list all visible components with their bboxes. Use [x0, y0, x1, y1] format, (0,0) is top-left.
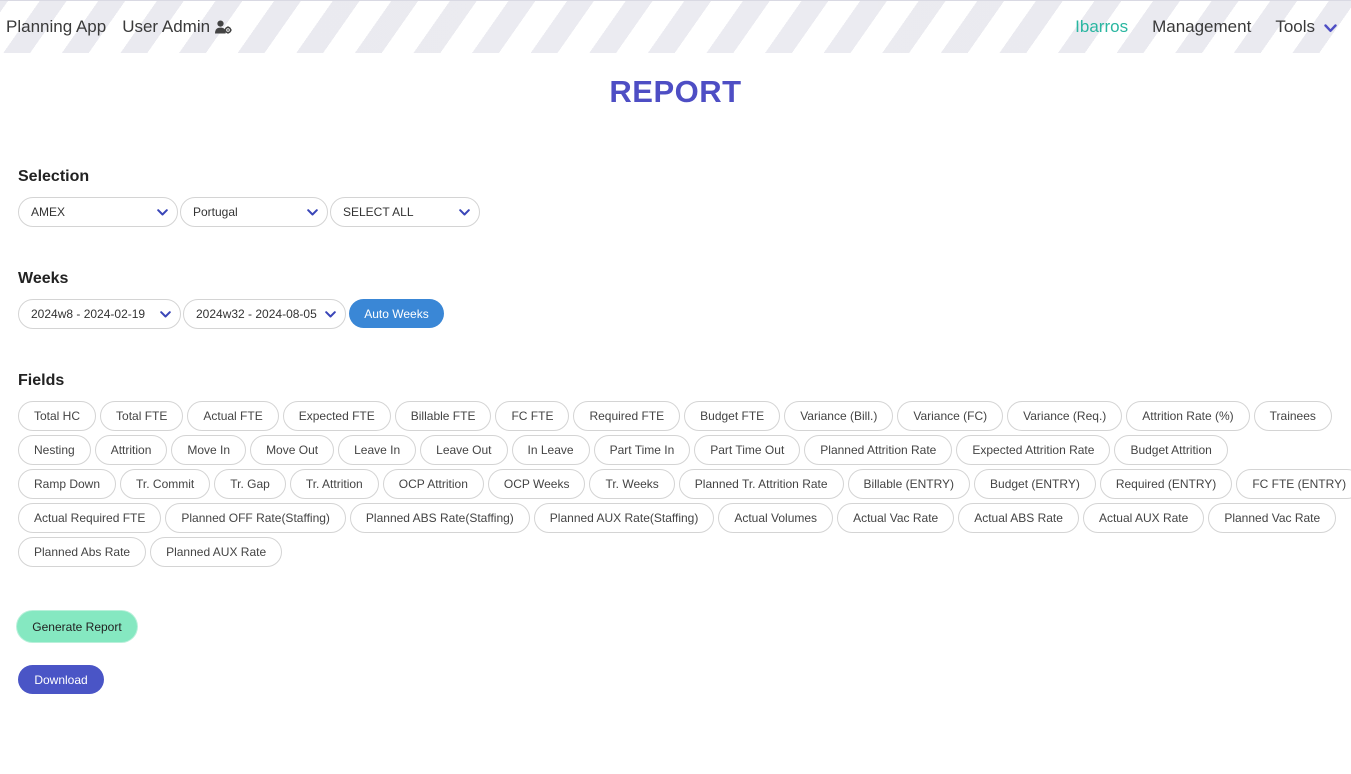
- field-chip[interactable]: Total FTE: [100, 401, 184, 431]
- field-chip[interactable]: Billable FTE: [394, 401, 492, 431]
- scope-select[interactable]: SELECT ALL: [330, 197, 480, 227]
- generate-report-button[interactable]: Generate Report: [17, 611, 137, 642]
- field-chip[interactable]: Budget (ENTRY): [974, 469, 1096, 499]
- start-week-select[interactable]: 2024w8 - 2024-02-19: [18, 299, 181, 329]
- field-chip[interactable]: Planned Attrition Rate: [804, 435, 953, 465]
- field-chip[interactable]: Ramp Down: [18, 469, 117, 499]
- end-week-select[interactable]: 2024w32 - 2024-08-05: [183, 299, 346, 329]
- chevron-down-icon: [307, 208, 318, 215]
- field-chip[interactable]: Planned ABS Rate(Staffing): [349, 503, 530, 533]
- chevron-down-icon: [160, 310, 171, 317]
- field-chip[interactable]: Planned Tr. Attrition Rate: [678, 469, 844, 499]
- fields-chip-group: Total HC Total FTE Actual FTE Expected FTE B…: [18, 401, 1351, 571]
- field-chip[interactable]: Expected Attrition Rate: [956, 435, 1111, 465]
- selection-heading: Selection: [18, 168, 90, 185]
- nav-right: Ibarros Management Tools: [1051, 17, 1337, 37]
- fields-chip-row: Actual Required FTE Planned OFF Rate(Staf…: [18, 503, 1338, 533]
- field-chip[interactable]: Move Out: [250, 435, 335, 465]
- field-chip[interactable]: Actual ABS Rate: [958, 503, 1079, 533]
- field-chip[interactable]: OCP Attrition: [382, 469, 484, 499]
- field-chip[interactable]: Planned Vac Rate: [1208, 503, 1337, 533]
- user-admin-link[interactable]: User Admin: [122, 17, 232, 37]
- field-chip[interactable]: FC FTE: [495, 401, 570, 431]
- field-chip[interactable]: Total HC: [18, 401, 97, 431]
- user-admin-label: User Admin: [122, 17, 211, 36]
- country-select-value: Portugal: [193, 205, 238, 219]
- field-chip[interactable]: Part Time In: [593, 435, 691, 465]
- field-chip[interactable]: Required (ENTRY): [1099, 469, 1233, 499]
- field-chip[interactable]: Tr. Attrition: [289, 469, 379, 499]
- chevron-down-icon: [157, 208, 168, 215]
- country-select[interactable]: Portugal: [180, 197, 328, 227]
- field-chip[interactable]: Budget FTE: [684, 401, 781, 431]
- field-chip[interactable]: Nesting: [18, 435, 91, 465]
- nav-management-link[interactable]: Management: [1152, 17, 1251, 37]
- field-chip[interactable]: Part Time Out: [694, 435, 801, 465]
- field-chip[interactable]: Actual Volumes: [718, 503, 834, 533]
- field-chip[interactable]: Planned OFF Rate(Staffing): [165, 503, 346, 533]
- scope-select-value: SELECT ALL: [343, 205, 414, 219]
- field-chip[interactable]: Tr. Gap: [214, 469, 286, 499]
- field-chip[interactable]: FC FTE (ENTRY): [1236, 469, 1351, 499]
- field-chip[interactable]: Actual FTE: [187, 401, 279, 431]
- field-chip[interactable]: Leave In: [338, 435, 417, 465]
- selection-row: AMEX Portugal SELECT ALL: [18, 197, 482, 227]
- nav-tools-dropdown[interactable]: Tools: [1275, 17, 1337, 37]
- start-week-value: 2024w8 - 2024-02-19: [31, 307, 146, 321]
- field-chip[interactable]: Attrition Rate (%): [1126, 401, 1250, 431]
- field-chip[interactable]: Required FTE: [573, 401, 681, 431]
- field-chip[interactable]: Actual Required FTE: [18, 503, 162, 533]
- field-chip[interactable]: Planned AUX Rate(Staffing): [533, 503, 715, 533]
- field-chip[interactable]: Expected FTE: [282, 401, 391, 431]
- user-gear-icon: [215, 20, 232, 34]
- fields-chip-row: Total HC Total FTE Actual FTE Expected FTE B…: [18, 401, 1338, 431]
- field-chip[interactable]: Variance (Bill.): [784, 401, 894, 431]
- nav-left: Planning App User Admin: [6, 17, 232, 37]
- fields-chip-row: Nesting Attrition Move In Move Out Leave In L…: [18, 435, 1338, 465]
- brand-link[interactable]: Planning App: [6, 17, 106, 37]
- client-select[interactable]: AMEX: [18, 197, 178, 227]
- field-chip[interactable]: Tr. Commit: [120, 469, 211, 499]
- chevron-down-icon: [325, 310, 336, 317]
- nav-tools-label: Tools: [1275, 17, 1315, 36]
- field-chip[interactable]: Budget Attrition: [1114, 435, 1228, 465]
- field-chip[interactable]: Actual Vac Rate: [837, 503, 955, 533]
- field-chip[interactable]: Attrition: [94, 435, 168, 465]
- field-chip[interactable]: Planned Abs Rate: [18, 537, 147, 567]
- field-chip[interactable]: Move In: [171, 435, 247, 465]
- field-chip[interactable]: Planned AUX Rate: [150, 537, 283, 567]
- field-chip[interactable]: Billable (ENTRY): [847, 469, 971, 499]
- download-button[interactable]: Download: [18, 665, 104, 694]
- field-chip[interactable]: Variance (FC): [897, 401, 1004, 431]
- field-chip[interactable]: Actual AUX Rate: [1082, 503, 1205, 533]
- client-select-value: AMEX: [31, 205, 66, 219]
- fields-chip-row: Planned Abs Rate Planned AUX Rate: [18, 537, 1338, 567]
- fields-heading: Fields: [18, 372, 65, 389]
- chevron-down-icon: [459, 208, 470, 215]
- weeks-row: 2024w8 - 2024-02-19 2024w32 - 2024-08-05…: [18, 299, 444, 329]
- field-chip[interactable]: Trainees: [1253, 401, 1332, 431]
- auto-weeks-button[interactable]: Auto Weeks: [349, 299, 444, 328]
- weeks-heading: Weeks: [18, 270, 69, 287]
- top-navbar: Planning App User Admin Ibarros Manageme…: [0, 0, 1351, 53]
- field-chip[interactable]: OCP Weeks: [487, 469, 586, 499]
- chevron-down-icon: [1324, 24, 1337, 32]
- field-chip[interactable]: In Leave: [511, 435, 590, 465]
- nav-user-link[interactable]: Ibarros: [1075, 17, 1128, 37]
- field-chip[interactable]: Variance (Req.): [1007, 401, 1123, 431]
- fields-chip-row: Ramp Down Tr. Commit Tr. Gap Tr. Attrition O…: [18, 469, 1351, 499]
- field-chip[interactable]: Tr. Weeks: [589, 469, 675, 499]
- field-chip[interactable]: Leave Out: [420, 435, 508, 465]
- end-week-value: 2024w32 - 2024-08-05: [196, 307, 317, 321]
- page-title: REPORT: [609, 74, 742, 109]
